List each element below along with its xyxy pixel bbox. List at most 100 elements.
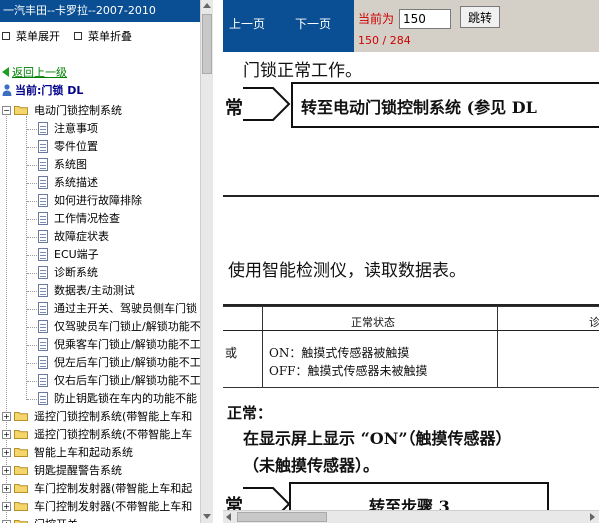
back-link[interactable]: 返回上一级: [2, 66, 67, 80]
expand-icon[interactable]: +: [2, 466, 11, 475]
tree-item-label: 系统图: [54, 158, 87, 171]
tree-folder[interactable]: + 遥控门锁控制系统(带智能上车和: [0, 408, 200, 426]
tree-folder-label: 门控开关: [34, 518, 78, 523]
scroll-left-icon[interactable]: [226, 513, 231, 521]
current-page-label: 当前为: [358, 12, 395, 26]
collapse-icon[interactable]: −: [2, 106, 11, 115]
tree-branch-line: [27, 291, 37, 292]
tree-branch-line: [27, 399, 37, 400]
tree-item[interactable]: 注意事项: [0, 120, 200, 138]
tree-folder-label: 车门控制发射器(带智能上车和起: [34, 482, 193, 495]
tree-folder[interactable]: + 车门控制发射器(带智能上车和起: [0, 480, 200, 498]
pane-divider[interactable]: [213, 0, 223, 523]
tree-item[interactable]: 倪左后车门锁止/解锁功能不工: [0, 354, 200, 372]
tree-branch-line: [27, 273, 37, 274]
page-number-input[interactable]: [399, 9, 451, 29]
tree-item-label: 诊断系统: [54, 266, 98, 279]
arrow-right-icon: [243, 87, 291, 121]
tree-branch-line: [27, 147, 37, 148]
tree-item[interactable]: 数据表/主动测试: [0, 282, 200, 300]
tree-item[interactable]: 工作情况检查: [0, 210, 200, 228]
scroll-down-icon[interactable]: [203, 514, 211, 519]
tree-item-label: 零件位置: [54, 140, 98, 153]
document-icon: [38, 320, 48, 333]
expand-icon[interactable]: +: [2, 430, 11, 439]
collapse-menu-label: 菜单折叠: [88, 30, 132, 43]
tree-item[interactable]: 倪乘客车门锁止/解锁功能不工: [0, 336, 200, 354]
expand-icon[interactable]: +: [2, 484, 11, 493]
folder-open-icon: [14, 106, 28, 115]
tree-item-label: 系统描述: [54, 176, 98, 189]
document-icon: [38, 374, 48, 387]
sidebar: 一汽丰田--卡罗拉--2007-2010 菜单展开 菜单折叠 返回上一级 当前:…: [0, 0, 213, 523]
tree-folder-label: 智能上车和起动系统: [34, 446, 133, 459]
scroll-right-icon[interactable]: [590, 513, 595, 521]
folder-icon: [14, 502, 28, 511]
document-icon: [38, 392, 48, 405]
sidebar-title: 一汽丰田--卡罗拉--2007-2010: [0, 0, 213, 22]
content-pane: 上一页 下一页 当前为 跳转 150 / 284 门锁正常工作。 常 转至电动门…: [223, 0, 599, 523]
tree-branch-line: [27, 345, 37, 346]
scroll-up-icon[interactable]: [203, 3, 211, 8]
doc-table-left-cut: 或: [225, 346, 238, 360]
folder-icon: [14, 520, 28, 523]
document-icon: [38, 212, 48, 225]
tree-item-label: 防止钥匙锁在车内的功能不能: [54, 392, 197, 405]
tree-item-label: ECU端子: [54, 248, 99, 261]
tree-branch-line: [27, 363, 37, 364]
tree-item[interactable]: 仅右后车门锁止/解锁功能不工: [0, 372, 200, 390]
doc-normal-label: 正常：: [227, 404, 273, 422]
tree-folder[interactable]: + 钥匙提醒警告系统: [0, 462, 200, 480]
doc-rule: [223, 195, 599, 197]
scroll-thumb[interactable]: [202, 14, 212, 74]
tree-item[interactable]: 系统图: [0, 156, 200, 174]
doc-table-off: OFF：触摸式传感器未被触摸: [269, 364, 428, 378]
tree-folder[interactable]: + 智能上车和起动系统: [0, 444, 200, 462]
page-toolbar: 上一页 下一页 当前为 跳转 150 / 284: [223, 0, 599, 52]
expand-icon[interactable]: +: [2, 412, 11, 421]
tree-item-label: 如何进行故障排除: [54, 194, 142, 207]
prev-page-link[interactable]: 上一页: [229, 17, 265, 31]
expand-menu-button[interactable]: 菜单展开: [2, 30, 60, 44]
tree-item[interactable]: 诊断系统: [0, 264, 200, 282]
expand-icon[interactable]: +: [2, 448, 11, 457]
doc-line-door-lock-normal: 门锁正常工作。: [243, 61, 362, 81]
tree-item[interactable]: 如何进行故障排除: [0, 192, 200, 210]
document-icon: [38, 140, 48, 153]
person-icon: [2, 84, 12, 96]
collapse-menu-button[interactable]: 菜单折叠: [74, 30, 132, 44]
folder-icon: [14, 430, 28, 439]
tree-branch-line: [27, 201, 37, 202]
tree-item[interactable]: 系统描述: [0, 174, 200, 192]
tree-folder[interactable]: + 遥控门锁控制系统(不带智能上车: [0, 426, 200, 444]
current-location-label: 当前:门锁 DL: [15, 84, 84, 97]
tree-item[interactable]: 防止钥匙锁在车内的功能不能: [0, 390, 200, 408]
tree-item[interactable]: 零件位置: [0, 138, 200, 156]
tree-item[interactable]: 通过主开关、驾驶员侧车门锁: [0, 300, 200, 318]
jump-button[interactable]: 跳转: [460, 6, 500, 28]
doc-table-header-normal: 正常状态: [351, 316, 395, 329]
tree-item[interactable]: 仅驾驶员车门锁止/解锁功能不: [0, 318, 200, 336]
tree-folder-label: 电动门锁控制系统: [34, 104, 122, 117]
page-count: 150 / 284: [358, 34, 411, 47]
document-icon: [38, 356, 48, 369]
tree-folder-label: 遥控门锁控制系统(带智能上车和: [34, 410, 193, 423]
tree-item-label: 故障症状表: [54, 230, 109, 243]
next-page-link[interactable]: 下一页: [295, 17, 331, 31]
document-icon: [38, 248, 48, 261]
tree-folder[interactable]: + 车门控制发射器(不带智能上车和: [0, 498, 200, 516]
tree-item-label: 倪乘客车门锁止/解锁功能不工: [54, 338, 200, 351]
horizontal-scroll-thumb[interactable]: [237, 512, 327, 522]
doc-box2-text: 转至步骤 3: [369, 497, 450, 510]
document-page: 门锁正常工作。 常 转至电动门锁控制系统 (参见 DL 使用智能检测仪，读取数据…: [223, 52, 599, 510]
sidebar-scrollbar[interactable]: [200, 0, 213, 523]
content-horizontal-scrollbar[interactable]: [223, 510, 599, 523]
expand-icon[interactable]: +: [2, 502, 11, 511]
document-icon: [38, 158, 48, 171]
tree-branch-line: [27, 309, 37, 310]
tree-folder[interactable]: +门控开关: [0, 516, 200, 523]
tree-item[interactable]: ECU端子: [0, 246, 200, 264]
arrow-right-icon: [243, 487, 291, 510]
tree-item[interactable]: 故障症状表: [0, 228, 200, 246]
tree-folder[interactable]: − 电动门锁控制系统: [0, 102, 200, 120]
